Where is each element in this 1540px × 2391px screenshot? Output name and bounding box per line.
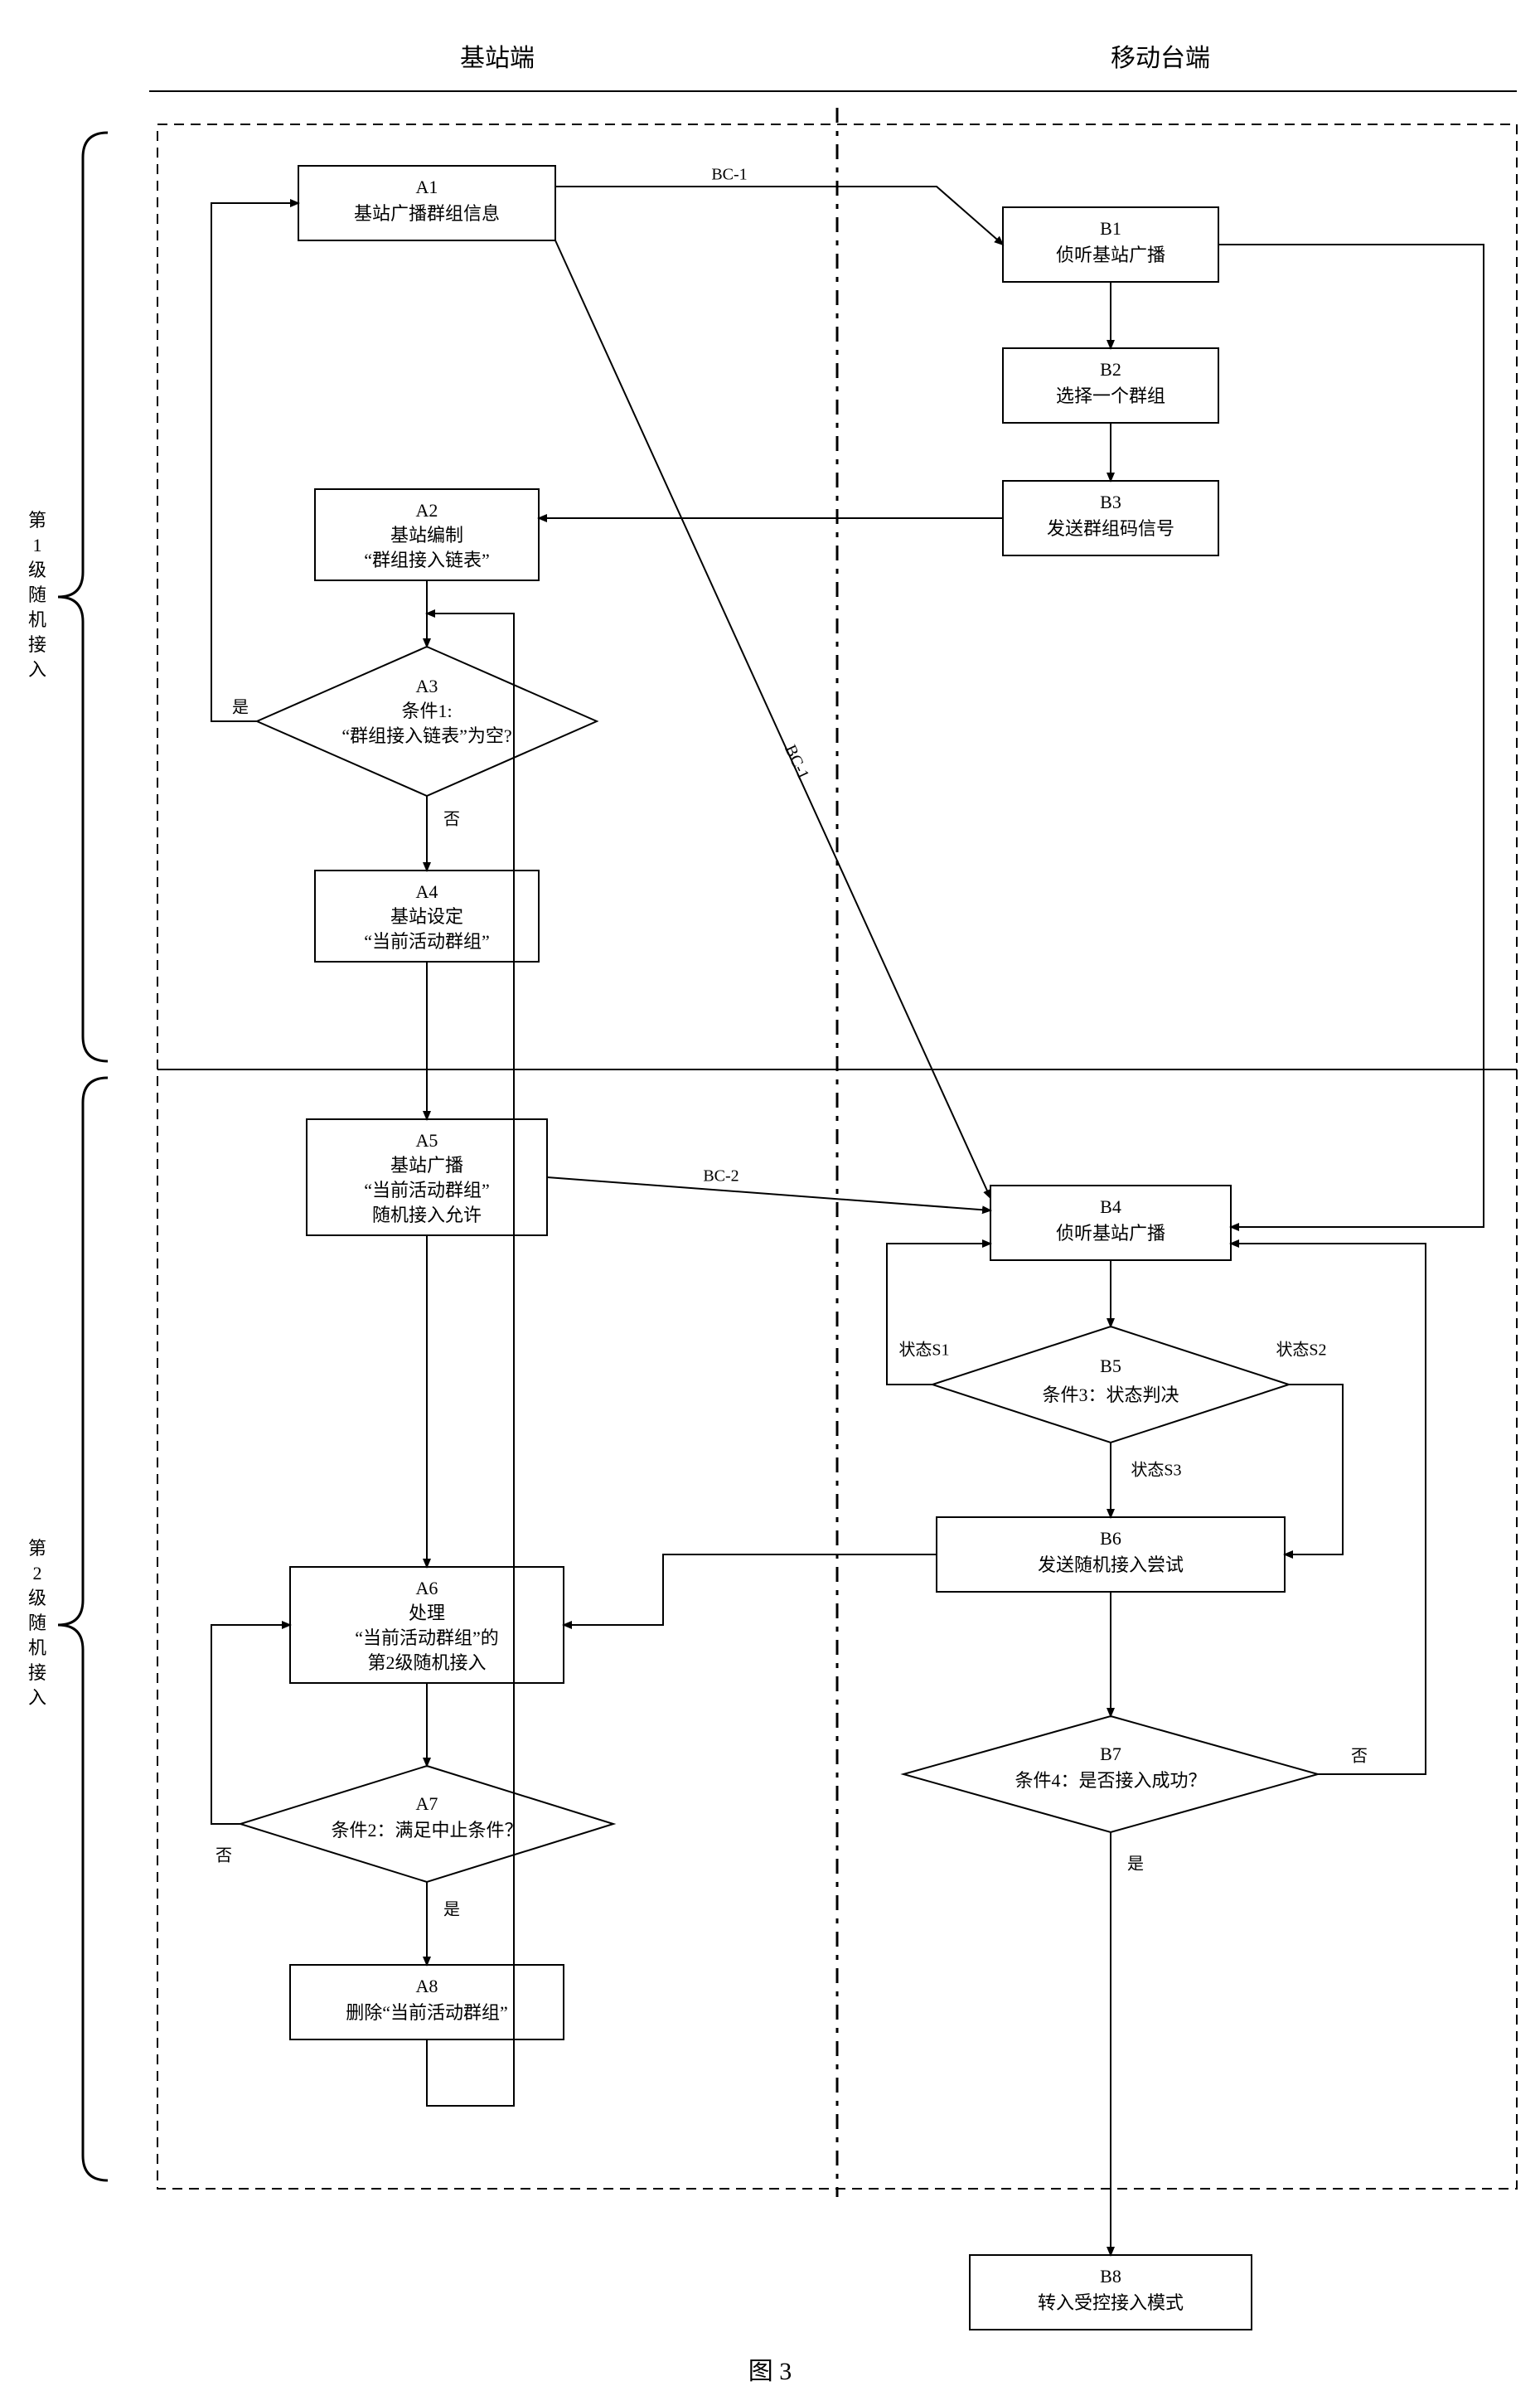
stage2-char1: 第 (28, 1538, 46, 1559)
a6-l3: 第2级随机接入 (367, 1652, 486, 1673)
b4-text: 侦听基站广播 (1056, 1223, 1165, 1244)
b4-id: B4 (1100, 1196, 1121, 1217)
a3-id: A3 (416, 676, 438, 696)
b7-text: 条件4：是否接入成功？ (1015, 1770, 1206, 1791)
a8-id: A8 (416, 1976, 438, 1996)
b3-id: B3 (1100, 492, 1121, 512)
b3-text: 发送群组码信号 (1047, 518, 1174, 539)
label-b7-no: 否 (1351, 1748, 1368, 1766)
b6-id: B6 (1100, 1528, 1121, 1549)
stage1-char5: 机 (28, 609, 46, 630)
arrow-b5-s1-b4 (887, 1244, 990, 1385)
b7-id: B7 (1100, 1744, 1121, 1764)
arrow-a3-yes-a1 (211, 203, 298, 721)
arrow-a1-b4 (555, 240, 990, 1198)
col-right-title: 移动台端 (1111, 45, 1210, 72)
stage1-brace (58, 133, 108, 1061)
b8-id: B8 (1100, 2266, 1121, 2287)
stage1-char1: 第 (28, 510, 46, 531)
arrow-a7-no-a6 (211, 1625, 290, 1824)
a3-l2: “群组接入链表”为空? (341, 725, 511, 746)
a4-id: A4 (416, 881, 438, 902)
b5-text: 条件3：状态判决 (1042, 1385, 1179, 1405)
a2-id: A2 (416, 500, 438, 521)
stage2-char5: 机 (28, 1637, 46, 1658)
a7-text: 条件2：满足中止条件？ (331, 1820, 522, 1841)
stage2-char6: 接 (28, 1662, 46, 1683)
label-s3: 状态S3 (1131, 1461, 1181, 1480)
col-left-title: 基站端 (460, 45, 535, 72)
a1-id: A1 (416, 177, 438, 197)
stage2-char3: 级 (28, 1588, 46, 1608)
arrow-a1-b1 (555, 187, 1003, 245)
stage2-char4: 随 (28, 1613, 46, 1633)
a4-l1: 基站设定 (390, 906, 463, 927)
arrow-b6-a6 (564, 1554, 937, 1625)
a6-l1: 处理 (409, 1603, 445, 1623)
label-a7-yes: 是 (443, 1901, 460, 1919)
stage1-char3: 级 (28, 560, 46, 580)
stage2-char7: 入 (28, 1687, 46, 1708)
a5-l3: 随机接入允许 (372, 1205, 482, 1225)
b2-text: 选择一个群组 (1056, 386, 1165, 406)
arrow-b5-s2 (1285, 1385, 1343, 1554)
a5-l1: 基站广播 (390, 1155, 463, 1176)
arrow-a8-loop-a3 (427, 614, 514, 2106)
label-bc2: BC-2 (703, 1167, 739, 1186)
label-bc1-1: BC-1 (711, 166, 747, 184)
a2-l1: 基站编制 (390, 525, 463, 546)
stage2-brace (58, 1078, 108, 2180)
stage1-char6: 接 (28, 634, 46, 655)
a5-id: A5 (416, 1130, 438, 1151)
arrow-b7-no-b4 (1231, 1244, 1426, 1774)
stage2-char2: 2 (33, 1563, 42, 1583)
stage1-char4: 随 (28, 584, 46, 605)
a5-l2: “当前活动群组” (364, 1180, 490, 1200)
label-bc1-2: BC-1 (781, 742, 812, 783)
a2-l2: “群组接入链表” (364, 550, 490, 570)
a4-l2: “当前活动群组” (364, 931, 490, 952)
arrow-a5-b4 (547, 1177, 990, 1210)
a6-id: A6 (416, 1578, 438, 1598)
b1-text: 侦听基站广播 (1056, 245, 1165, 265)
stage1-char2: 1 (33, 535, 42, 555)
label-b7-yes: 是 (1127, 1855, 1144, 1874)
figure-label: 图 3 (748, 2358, 792, 2385)
label-a3-yes: 是 (232, 699, 249, 717)
label-s1: 状态S1 (898, 1341, 949, 1360)
label-a7-no: 否 (216, 1847, 232, 1865)
label-a3-no: 否 (443, 811, 460, 829)
a1-text: 基站广播群组信息 (354, 203, 500, 224)
a8-text: 删除“当前活动群组” (346, 2002, 508, 2023)
a7-id: A7 (416, 1793, 438, 1814)
b5-id: B5 (1100, 1356, 1121, 1376)
b2-id: B2 (1100, 359, 1121, 380)
b1-id: B1 (1100, 218, 1121, 239)
arrow-b1-b4-right (1218, 245, 1484, 1227)
b8-text: 转入受控接入模式 (1038, 2292, 1184, 2313)
stage1-char7: 入 (28, 659, 46, 680)
b6-text: 发送随机接入尝试 (1038, 1554, 1184, 1575)
a6-l2: “当前活动群组”的 (355, 1627, 499, 1648)
label-s2: 状态S2 (1276, 1341, 1326, 1360)
a3-l1: 条件1: (401, 701, 452, 721)
